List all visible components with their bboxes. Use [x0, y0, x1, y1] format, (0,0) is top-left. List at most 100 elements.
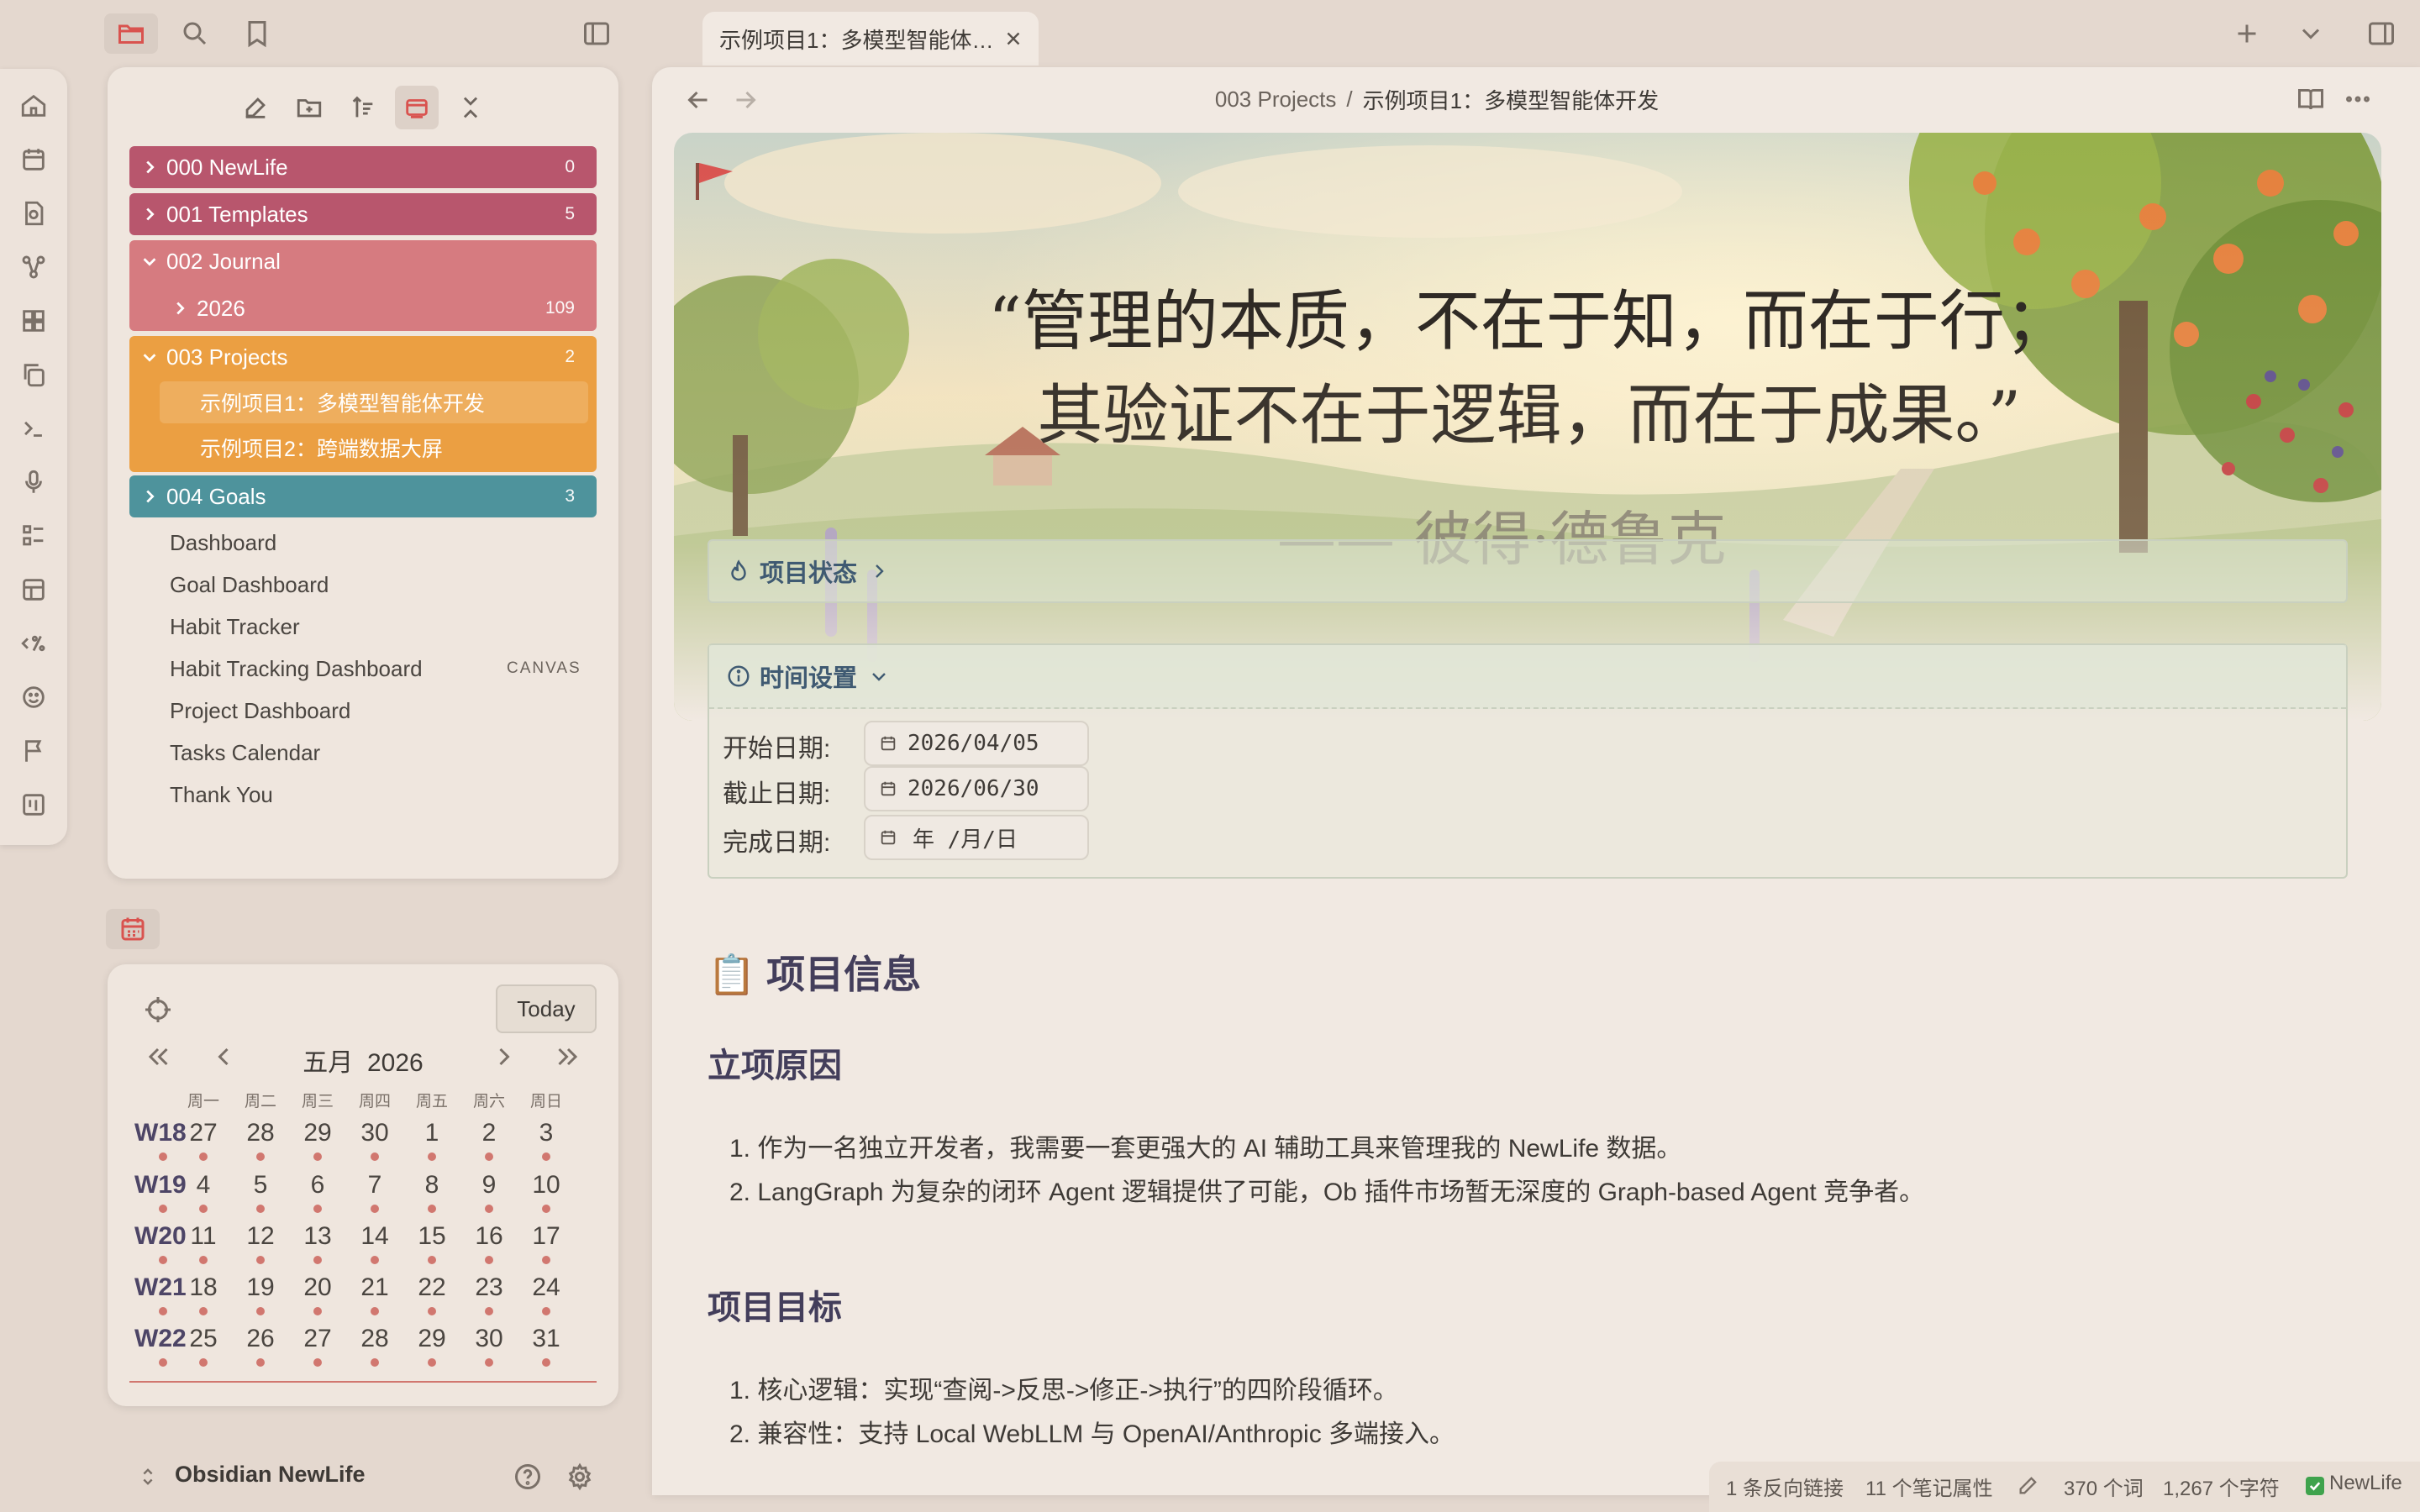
kanban-icon[interactable] — [15, 786, 52, 823]
bookmark-icon[interactable] — [239, 15, 276, 52]
calendar-day[interactable]: 19 — [235, 1273, 286, 1302]
prev-year-icon[interactable] — [141, 1040, 175, 1074]
calendar-day[interactable]: 5 — [235, 1171, 286, 1200]
calendar-day[interactable]: 14 — [350, 1222, 400, 1251]
status-properties[interactable]: 11 个笔记属性 — [1865, 1472, 1993, 1501]
folder-002-journal[interactable]: 002 Journal — [129, 240, 597, 282]
file-project-2[interactable]: 示例项目2：跨端数据大屏 — [160, 427, 588, 469]
calendar-day[interactable]: 25 — [178, 1325, 229, 1353]
folder-2026[interactable]: 2026 109 — [160, 287, 597, 329]
copy-icon[interactable] — [15, 356, 52, 393]
calendar-day[interactable]: 17 — [521, 1222, 571, 1251]
daily-note-icon[interactable] — [15, 141, 52, 178]
status-vault[interactable]: NewLife — [2329, 1472, 2402, 1495]
code-percent-icon[interactable] — [15, 625, 52, 662]
close-icon[interactable] — [997, 22, 1030, 55]
calendar-day[interactable]: 8 — [407, 1171, 457, 1200]
calendar-day[interactable]: 28 — [235, 1119, 286, 1147]
tab-active-note[interactable]: 示例项目1：多模型智能体… — [702, 12, 1039, 66]
chevron-down-icon[interactable] — [2294, 17, 2328, 50]
calendar-day[interactable]: 9 — [464, 1171, 514, 1200]
new-tab-icon[interactable] — [2230, 17, 2264, 50]
search-icon[interactable] — [176, 15, 213, 52]
next-month-icon[interactable] — [487, 1040, 521, 1074]
list-icon[interactable] — [15, 517, 52, 554]
calendar-day[interactable]: 22 — [407, 1273, 457, 1302]
time-settings-header[interactable]: 时间设置 — [709, 645, 2346, 709]
calendar-day[interactable]: 1 — [407, 1119, 457, 1147]
settings-icon[interactable] — [563, 1460, 597, 1494]
end-date-field[interactable]: 2026/06/30 — [864, 766, 1089, 811]
status-backlinks[interactable]: 1 条反向链接 — [1726, 1472, 1844, 1501]
back-icon[interactable] — [681, 82, 716, 118]
sort-icon[interactable] — [341, 86, 385, 129]
file-habit-tracking-dashboard[interactable]: Habit Tracking Dashboard — [170, 652, 423, 685]
terminal-icon[interactable] — [15, 410, 52, 447]
done-date-field[interactable]: 年 /月/日 — [864, 815, 1089, 860]
home-icon[interactable] — [15, 87, 52, 124]
flag-icon[interactable] — [15, 732, 52, 769]
calendar-day[interactable]: 15 — [407, 1222, 457, 1251]
vault-switcher-icon[interactable] — [133, 1462, 163, 1492]
new-folder-icon[interactable] — [287, 86, 331, 129]
calendar-day[interactable]: 18 — [178, 1273, 229, 1302]
crosshair-icon[interactable] — [139, 991, 176, 1028]
calendar-day[interactable]: 28 — [350, 1325, 400, 1353]
prev-month-icon[interactable] — [207, 1040, 240, 1074]
file-dashboard[interactable]: Dashboard — [170, 526, 276, 559]
file-project-1-active[interactable]: 示例项目1：多模型智能体开发 — [160, 381, 588, 423]
folder-000-newlife[interactable]: 000 NewLife 0 — [129, 146, 597, 188]
start-date-field[interactable]: 2026/04/05 — [864, 721, 1089, 766]
table-icon[interactable] — [15, 571, 52, 608]
calendar-day[interactable]: 31 — [521, 1325, 571, 1353]
auto-reveal-icon[interactable] — [395, 86, 439, 129]
calendar-day[interactable]: 26 — [235, 1325, 286, 1353]
calendar-day[interactable]: 24 — [521, 1273, 571, 1302]
file-habit-tracker[interactable]: Habit Tracker — [170, 610, 300, 643]
calendar-day[interactable]: 30 — [350, 1119, 400, 1147]
calendar-day[interactable]: 23 — [464, 1273, 514, 1302]
calendar-day[interactable]: 30 — [464, 1325, 514, 1353]
calendar-day[interactable]: 10 — [521, 1171, 571, 1200]
new-note-icon[interactable] — [234, 86, 277, 129]
microphone-icon[interactable] — [15, 464, 52, 501]
reading-mode-icon[interactable] — [2292, 81, 2329, 118]
breadcrumb-folder[interactable]: 003 Projects — [1215, 87, 1337, 113]
smiley-icon[interactable] — [15, 679, 52, 716]
folder-001-templates[interactable]: 001 Templates 5 — [129, 193, 597, 235]
vault-name[interactable]: Obsidian NewLife — [175, 1462, 366, 1488]
calendar-day[interactable]: 21 — [350, 1273, 400, 1302]
calendar-day[interactable]: 12 — [235, 1222, 286, 1251]
calendar-day[interactable]: 27 — [178, 1119, 229, 1147]
more-options-icon[interactable] — [2339, 81, 2376, 118]
calendar-day[interactable]: 16 — [464, 1222, 514, 1251]
project-status-callout[interactable]: 项目状态 — [708, 539, 2348, 603]
file-tasks-calendar[interactable]: Tasks Calendar — [170, 736, 320, 769]
calendar-tab-icon[interactable] — [106, 909, 160, 949]
right-sidebar-toggle-icon[interactable] — [2363, 15, 2400, 52]
folder-004-goals[interactable]: 004 Goals 3 — [129, 475, 597, 517]
calendar-day[interactable]: 29 — [407, 1325, 457, 1353]
calendar-day[interactable]: 4 — [178, 1171, 229, 1200]
calendar-day[interactable]: 3 — [521, 1119, 571, 1147]
file-thank-you[interactable]: Thank You — [170, 778, 273, 811]
calendar-day[interactable]: 6 — [292, 1171, 343, 1200]
forward-icon[interactable] — [728, 82, 763, 118]
calendar-day[interactable]: 7 — [350, 1171, 400, 1200]
breadcrumb-file[interactable]: 示例项目1：多模型智能体开发 — [1363, 84, 1659, 115]
help-icon[interactable] — [511, 1460, 544, 1494]
calendar-day[interactable]: 20 — [292, 1273, 343, 1302]
today-button[interactable]: Today — [496, 984, 597, 1033]
graph-view-icon[interactable] — [15, 249, 52, 286]
file-project-dashboard[interactable]: Project Dashboard — [170, 694, 350, 727]
folder-003-projects[interactable]: 003 Projects 2 — [129, 336, 597, 378]
calendar-day[interactable]: 11 — [178, 1222, 229, 1251]
file-explorer-tab-icon[interactable] — [104, 13, 158, 54]
sidebar-toggle-icon[interactable] — [578, 15, 615, 52]
calendar-day[interactable]: 29 — [292, 1119, 343, 1147]
next-year-icon[interactable] — [551, 1040, 585, 1074]
calendar-day[interactable]: 2 — [464, 1119, 514, 1147]
search-file-icon[interactable] — [15, 195, 52, 232]
pencil-icon[interactable] — [2015, 1472, 2042, 1499]
canvas-icon[interactable] — [15, 302, 52, 339]
